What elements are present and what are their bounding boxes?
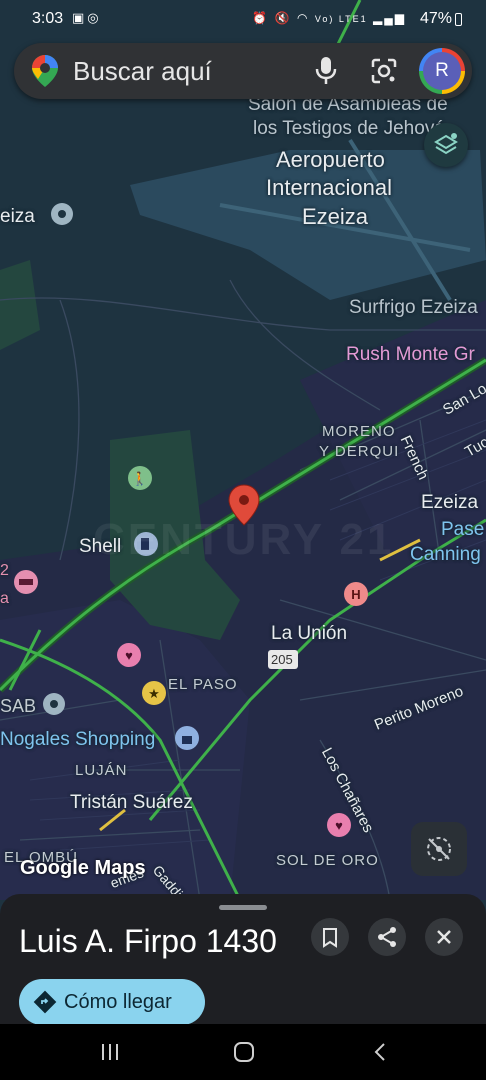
directions-icon (33, 990, 57, 1014)
map-label: SOL DE ORO (276, 852, 379, 869)
favorite-heart-icon[interactable]: ♥ (117, 643, 141, 667)
search-input[interactable]: Buscar aquí (73, 56, 212, 87)
share-button[interactable] (368, 918, 406, 956)
map-label: Rush Monte Gr (346, 344, 475, 365)
place-title: Luis A. Firpo 1430 (19, 923, 277, 959)
park-icon[interactable]: 🚶 (128, 466, 152, 490)
poi-pin-icon[interactable] (51, 203, 73, 225)
signal-icon: ▂▄▆ (373, 11, 406, 25)
layers-button[interactable] (424, 123, 468, 167)
volte-icon: Vo) LTE1 (314, 14, 368, 24)
watermark: CENTURY 21 (93, 515, 395, 564)
save-button[interactable] (311, 918, 349, 956)
svg-text:★: ★ (148, 686, 160, 701)
recent-apps-icon[interactable] (98, 1040, 122, 1064)
poi-pin-icon[interactable] (43, 693, 65, 715)
account-avatar[interactable]: R (419, 48, 465, 94)
avatar-letter: R (423, 52, 461, 90)
favorite-heart-icon[interactable]: ♥ (327, 813, 351, 837)
svg-text:♥: ♥ (125, 648, 133, 663)
drag-handle[interactable] (219, 905, 267, 910)
star-icon[interactable]: ★ (142, 681, 166, 705)
place-bottom-sheet[interactable]: Luis A. Firpo 1430 Cómo llegar (0, 894, 486, 1025)
map-label: EL PASO (168, 676, 238, 693)
alarm-icon: ⏰ (252, 11, 270, 25)
location-off-icon (427, 837, 451, 861)
status-bar: 3:03 ▣◎ ⏰ 🔇 ◠ Vo) LTE1 ▂▄▆ 47% (0, 0, 486, 38)
system-icons: ⏰ 🔇 ◠ Vo) LTE1 ▂▄▆ (252, 11, 406, 25)
notification-icons: ▣◎ (72, 10, 102, 26)
close-button[interactable] (425, 918, 463, 956)
map-label: MORENO (322, 423, 396, 440)
home-icon[interactable] (232, 1040, 256, 1064)
map-label: a (0, 590, 9, 607)
shopping-icon[interactable] (175, 726, 199, 750)
google-maps-logo: Google Maps (20, 857, 146, 879)
status-time: 3:03 (32, 10, 64, 27)
hospital-icon[interactable]: H (344, 582, 368, 606)
layers-icon (434, 133, 458, 155)
route-number: 205 (271, 652, 293, 667)
wifi-icon: ◠ (297, 11, 310, 25)
map-label: Ezeiza (421, 492, 479, 513)
map-label: LUJÁN (75, 762, 128, 779)
directions-button[interactable]: Cómo llegar (19, 979, 205, 1025)
share-icon (378, 927, 396, 947)
gallery-icon: ▣ (72, 10, 88, 25)
svg-text:♥: ♥ (335, 818, 343, 833)
mute-icon: 🔇 (274, 11, 292, 25)
hotel-icon[interactable] (14, 570, 38, 594)
map-label-airport: Internacional (266, 175, 392, 200)
svg-text:🚶: 🚶 (132, 471, 148, 486)
directions-label: Cómo llegar (64, 991, 172, 1013)
close-icon (437, 930, 451, 944)
map-label: eiza (0, 206, 35, 227)
map-label: 2 (0, 562, 9, 579)
map-label: Nogales Shopping (0, 729, 156, 750)
svg-text:H: H (351, 587, 360, 602)
whatsapp-icon: ◎ (87, 10, 102, 25)
google-lens-icon[interactable] (371, 58, 397, 84)
map-label-airport: Ezeiza (302, 204, 369, 229)
map-label: Y DERQUI (319, 443, 400, 460)
map-label: Tristán Suárez (70, 792, 193, 813)
back-icon[interactable] (369, 1040, 393, 1064)
microphone-icon[interactable] (315, 57, 337, 85)
map-label: Surfrigo Ezeiza (349, 297, 478, 318)
battery-level: 47% (419, 10, 452, 27)
map-label: los Testigos de Jehová (253, 118, 445, 139)
battery-icon (455, 13, 462, 26)
map-label: Canning (410, 544, 481, 565)
map-label-airport: Aeropuerto (276, 147, 385, 172)
system-navigation-bar (0, 1024, 486, 1080)
map-label: Pase (441, 519, 485, 540)
google-maps-pin-icon (32, 55, 58, 87)
map-label: La Unión (271, 623, 348, 644)
map-label: SAB (0, 696, 37, 716)
bookmark-icon (323, 928, 337, 948)
my-location-button[interactable] (411, 822, 467, 876)
search-bar[interactable]: Buscar aquí R (14, 43, 472, 99)
